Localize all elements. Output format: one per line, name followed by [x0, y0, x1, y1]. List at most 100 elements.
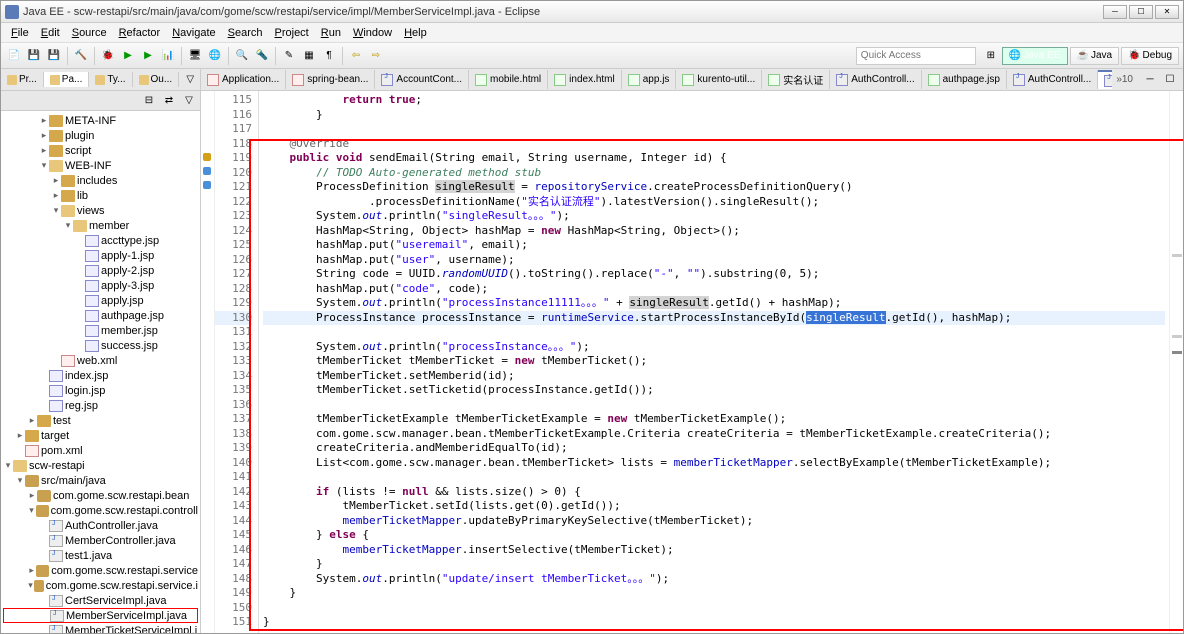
editor-tab[interactable]: app.js — [622, 70, 677, 89]
code-area[interactable]: return true; } @Override public void sen… — [259, 91, 1169, 633]
tree-item[interactable]: ▾scw-restapi — [3, 458, 198, 473]
open-type-button[interactable]: 🔍 — [233, 47, 251, 65]
tree-item[interactable]: ▾com.gome.scw.restapi.controll — [3, 503, 198, 518]
menu-project[interactable]: Project — [269, 27, 315, 39]
minimize-button[interactable]: ─ — [1103, 5, 1127, 19]
debug-button[interactable]: 🐞 — [99, 47, 117, 65]
view-dropdown-icon[interactable]: ▽ — [180, 92, 198, 110]
editor-tab[interactable]: mobile.html — [469, 70, 548, 89]
new-button[interactable]: 📄 — [5, 47, 23, 65]
open-perspective-button[interactable]: ⊞ — [982, 47, 1000, 65]
perspective-java[interactable]: ☕Java — [1070, 47, 1120, 65]
search-button[interactable]: 🔦 — [253, 47, 271, 65]
forward-button[interactable]: ⇨ — [367, 47, 385, 65]
overview-mark[interactable] — [1172, 335, 1182, 338]
quick-access[interactable] — [856, 47, 976, 65]
tree-item[interactable]: ▾src/main/java — [3, 473, 198, 488]
tree-item[interactable]: ▾member — [3, 218, 198, 233]
tree-item[interactable]: ▾WEB-INF — [3, 158, 198, 173]
editor-tab[interactable]: MemberServic...✕ — [1098, 70, 1112, 89]
menu-run[interactable]: Run — [315, 27, 347, 39]
tree-item[interactable]: test1.java — [3, 548, 198, 563]
menu-edit[interactable]: Edit — [35, 27, 66, 39]
tree-item[interactable]: CertServiceImpl.java — [3, 593, 198, 608]
tree-item[interactable]: ▸includes — [3, 173, 198, 188]
link-editor-icon[interactable]: ⇄ — [160, 92, 178, 110]
tree-item[interactable]: MemberTicketServiceImpl.j — [3, 623, 198, 633]
new-web-button[interactable]: 🌐 — [206, 47, 224, 65]
tree-item[interactable]: apply-3.jsp — [3, 278, 198, 293]
view-tab-1[interactable]: Pa... — [44, 72, 90, 87]
menu-navigate[interactable]: Navigate — [166, 27, 221, 39]
tree-item[interactable]: ▸com.gome.scw.restapi.bean — [3, 488, 198, 503]
collapse-all-icon[interactable]: ⊟ — [140, 92, 158, 110]
tree-item[interactable]: accttype.jsp — [3, 233, 198, 248]
tree-item[interactable]: ▸com.gome.scw.restapi.service — [3, 563, 198, 578]
view-tab-3[interactable]: Ou... — [133, 72, 180, 87]
editor-tab[interactable]: kurento-util... — [676, 70, 762, 89]
tree-item[interactable]: success.jsp — [3, 338, 198, 353]
view-tab-0[interactable]: Pr... — [1, 72, 44, 87]
tree-item[interactable]: apply-1.jsp — [3, 248, 198, 263]
task-marker-icon[interactable] — [203, 181, 211, 189]
toggle-mark-button[interactable]: ✎ — [280, 47, 298, 65]
editor-tab[interactable]: authpage.jsp — [922, 70, 1007, 89]
editor-tab[interactable]: AuthControll... — [1007, 70, 1098, 89]
warning-marker-icon[interactable] — [203, 153, 211, 161]
coverage-button[interactable]: 📊 — [159, 47, 177, 65]
perspective-debug[interactable]: 🐞Debug — [1121, 47, 1179, 65]
tree-item[interactable]: apply-2.jsp — [3, 263, 198, 278]
tree-item[interactable]: member.jsp — [3, 323, 198, 338]
info-marker-icon[interactable] — [203, 167, 211, 175]
editor-tab[interactable]: spring-bean... — [286, 70, 375, 89]
menu-window[interactable]: Window — [347, 27, 398, 39]
view-tab-2[interactable]: Ty... — [89, 72, 132, 87]
menu-source[interactable]: Source — [66, 27, 113, 39]
editor-tab[interactable]: Application... — [201, 70, 286, 89]
tree-item[interactable]: ▸lib — [3, 188, 198, 203]
overview-mark[interactable] — [1172, 351, 1182, 354]
package-explorer-tree[interactable]: ▸META-INF▸plugin▸script▾WEB-INF▸includes… — [1, 111, 200, 633]
minimize-editor-icon[interactable]: ─ — [1141, 71, 1159, 89]
tree-item[interactable]: apply.jsp — [3, 293, 198, 308]
tree-item[interactable]: ▸script — [3, 143, 198, 158]
menu-file[interactable]: File — [5, 27, 35, 39]
tree-item[interactable]: ▾views — [3, 203, 198, 218]
tree-item[interactable]: web.xml — [3, 353, 198, 368]
build-button[interactable]: 🔨 — [72, 47, 90, 65]
tree-item[interactable]: ▸target — [3, 428, 198, 443]
tree-item[interactable]: login.jsp — [3, 383, 198, 398]
tree-item[interactable]: AuthController.java — [3, 518, 198, 533]
toggle-block-button[interactable]: ▦ — [300, 47, 318, 65]
back-button[interactable]: ⇦ — [347, 47, 365, 65]
run-last-button[interactable]: ▶ — [139, 47, 157, 65]
maximize-editor-icon[interactable]: ☐ — [1161, 71, 1179, 89]
new-server-button[interactable]: 🖥 — [186, 47, 204, 65]
save-all-button[interactable]: 💾 — [45, 47, 63, 65]
tree-item[interactable]: ▸test — [3, 413, 198, 428]
maximize-button[interactable]: ☐ — [1129, 5, 1153, 19]
save-button[interactable]: 💾 — [25, 47, 43, 65]
tab-overflow[interactable]: »10 — [1112, 74, 1137, 85]
show-whitespace-button[interactable]: ¶ — [320, 47, 338, 65]
editor-tab[interactable]: 实名认证 — [762, 70, 830, 89]
tree-item[interactable]: ▸META-INF — [3, 113, 198, 128]
tree-item[interactable]: authpage.jsp — [3, 308, 198, 323]
tree-item[interactable]: MemberController.java — [3, 533, 198, 548]
tree-item[interactable]: reg.jsp — [3, 398, 198, 413]
close-button[interactable]: ✕ — [1155, 5, 1179, 19]
overview-mark[interactable] — [1172, 254, 1182, 257]
perspective-java-ee[interactable]: 🌐Java EE — [1002, 47, 1068, 65]
tree-item[interactable]: MemberServiceImpl.java — [3, 608, 198, 623]
editor-tab[interactable]: AccountCont... — [375, 70, 469, 89]
menu-search[interactable]: Search — [222, 27, 269, 39]
tree-item[interactable]: pom.xml — [3, 443, 198, 458]
editor-tab[interactable]: AuthControll... — [830, 70, 921, 89]
overview-ruler[interactable] — [1169, 91, 1183, 633]
tree-item[interactable]: ▸plugin — [3, 128, 198, 143]
code-editor[interactable]: 1151161171181191201211221231241251261271… — [201, 91, 1183, 633]
menu-refactor[interactable]: Refactor — [113, 27, 167, 39]
tree-item[interactable]: ▾com.gome.scw.restapi.service.i — [3, 578, 198, 593]
tree-item[interactable]: index.jsp — [3, 368, 198, 383]
view-menu-icon[interactable]: ▽ — [181, 71, 199, 89]
